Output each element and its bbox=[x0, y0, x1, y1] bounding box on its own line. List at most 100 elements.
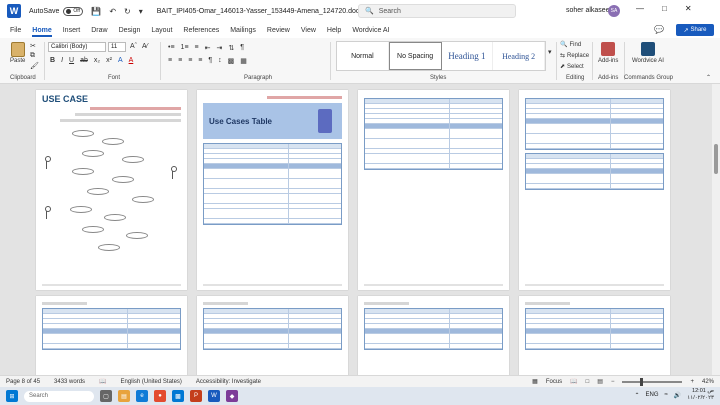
language-tray[interactable]: ENG bbox=[646, 392, 659, 398]
web-layout-icon[interactable]: ▤ bbox=[597, 378, 603, 385]
borders-icon[interactable]: ▦ bbox=[240, 57, 247, 65]
customize-qat-icon[interactable]: ▾ bbox=[139, 7, 143, 16]
paste-button[interactable]: Paste bbox=[10, 42, 25, 64]
subscript-button[interactable]: x₂ bbox=[94, 57, 100, 64]
align-left-button[interactable]: ≡ bbox=[168, 57, 172, 65]
italic-button[interactable]: I bbox=[61, 57, 63, 64]
language-indicator[interactable]: English (United States) bbox=[121, 379, 182, 385]
numbering-icon[interactable]: 1≡ bbox=[181, 44, 189, 52]
tab-draw[interactable]: Draw bbox=[91, 27, 107, 34]
tab-insert[interactable]: Insert bbox=[63, 27, 81, 34]
zoom-slider[interactable] bbox=[622, 377, 683, 386]
tab-layout[interactable]: Layout bbox=[151, 27, 172, 34]
page-count[interactable]: Page 8 of 45 bbox=[6, 379, 40, 385]
underline-button[interactable]: U bbox=[69, 57, 74, 64]
font-color-button[interactable]: A bbox=[129, 57, 134, 64]
autosave-toggle[interactable]: Off bbox=[63, 6, 84, 16]
style-no-spacing[interactable]: No Spacing bbox=[388, 42, 442, 70]
paragraph-mark-button[interactable]: ¶ bbox=[208, 57, 212, 65]
edge-icon[interactable]: e bbox=[136, 390, 148, 402]
vertical-scrollbar[interactable] bbox=[712, 84, 720, 375]
multilevel-list-icon[interactable]: ≡ bbox=[195, 44, 199, 52]
justify-button[interactable]: ≡ bbox=[198, 57, 202, 65]
decrease-indent-icon[interactable]: ⇤ bbox=[205, 44, 211, 52]
line-spacing-button[interactable]: ↕ bbox=[218, 57, 222, 65]
font-size-select[interactable]: 11 bbox=[108, 42, 126, 52]
word-taskbar-icon[interactable]: W bbox=[208, 390, 220, 402]
style-heading-2[interactable]: Heading 2 bbox=[493, 42, 545, 70]
store-icon[interactable]: ▩ bbox=[172, 390, 184, 402]
styles-more-icon[interactable]: ▾ bbox=[548, 48, 552, 56]
print-layout-icon[interactable]: □ bbox=[586, 379, 590, 385]
clock[interactable]: 12:01 ص ١١/٠٢/٢٠٢٣ bbox=[687, 388, 714, 402]
cut-icon[interactable]: ✂ bbox=[30, 42, 36, 50]
replace-button[interactable]: ⇆ Replace bbox=[560, 52, 589, 60]
increase-indent-icon[interactable]: ⇥ bbox=[217, 44, 223, 52]
zoom-level[interactable]: 42% bbox=[702, 379, 714, 385]
focus-button[interactable]: Focus bbox=[546, 379, 562, 385]
comment-icon[interactable]: 💬 bbox=[654, 25, 664, 34]
search-box[interactable]: 🔍 Search bbox=[358, 4, 516, 18]
start-icon[interactable]: ⊞ bbox=[6, 390, 18, 402]
wifi-icon[interactable]: ≈ bbox=[665, 392, 668, 398]
collapse-ribbon-icon[interactable]: ⌃ bbox=[706, 74, 711, 81]
share-button[interactable]: ↗ Share bbox=[676, 24, 714, 36]
redo-icon[interactable]: ↻ bbox=[124, 7, 131, 16]
sort-icon[interactable]: ⇅ bbox=[228, 44, 234, 52]
volume-icon[interactable]: 🔊 bbox=[674, 392, 681, 399]
style-heading-1[interactable]: Heading 1 bbox=[442, 42, 494, 70]
powerpoint-icon[interactable]: P bbox=[190, 390, 202, 402]
tab-file[interactable]: File bbox=[10, 27, 21, 34]
document-canvas[interactable]: USE CASE Use Cases Table bbox=[0, 84, 712, 375]
scrollbar-thumb[interactable] bbox=[714, 144, 718, 174]
tab-home[interactable]: Home bbox=[32, 27, 53, 37]
format-painter-icon[interactable]: 🖌 bbox=[30, 62, 39, 70]
tab-wordvice-ai[interactable]: Wordvice AI bbox=[352, 27, 389, 34]
task-view-icon[interactable]: ▢ bbox=[100, 390, 112, 402]
maximize-icon[interactable]: □ bbox=[662, 4, 667, 13]
bullets-icon[interactable]: •≡ bbox=[168, 44, 175, 52]
strikethrough-button[interactable]: ab bbox=[80, 57, 88, 64]
taskbar-search[interactable]: Search bbox=[24, 390, 94, 402]
read-mode-icon[interactable]: 📖 bbox=[570, 378, 577, 385]
tab-help[interactable]: Help bbox=[327, 27, 341, 34]
tab-mailings[interactable]: Mailings bbox=[230, 27, 256, 34]
font-name-select[interactable]: Calibri (Body) bbox=[48, 42, 106, 52]
bold-button[interactable]: B bbox=[50, 57, 55, 64]
undo-icon[interactable]: ↶ bbox=[109, 7, 116, 16]
align-center-button[interactable]: ≡ bbox=[178, 57, 182, 65]
show-marks-icon[interactable]: ¶ bbox=[240, 44, 244, 52]
select-button[interactable]: ⬈ Select bbox=[560, 63, 584, 71]
accessibility-status[interactable]: Accessibility: Investigate bbox=[196, 379, 261, 385]
chrome-icon[interactable]: ● bbox=[154, 390, 166, 402]
copy-icon[interactable]: ⧉ bbox=[30, 52, 35, 60]
clear-format-icon[interactable]: A⁄ bbox=[142, 43, 148, 50]
addins-button[interactable]: Add-ins bbox=[598, 42, 618, 64]
save-icon[interactable]: 💾 bbox=[91, 7, 101, 16]
style-normal[interactable]: Normal bbox=[337, 42, 389, 70]
avatar[interactable]: SA bbox=[608, 5, 620, 17]
proofing-icon[interactable]: 📖 bbox=[99, 378, 106, 385]
superscript-button[interactable]: x² bbox=[106, 57, 112, 64]
minimize-icon[interactable]: — bbox=[636, 4, 644, 13]
tab-view[interactable]: View bbox=[301, 27, 316, 34]
tab-review[interactable]: Review bbox=[267, 27, 290, 34]
shading-icon[interactable]: ▩ bbox=[228, 57, 235, 65]
wordvice-ai-button[interactable]: Wordvice AI bbox=[632, 42, 664, 64]
file-explorer-icon[interactable]: ▤ bbox=[118, 390, 130, 402]
close-icon[interactable]: ✕ bbox=[685, 4, 692, 13]
ribbon-tabs: File Home Insert Draw Design Layout Refe… bbox=[0, 22, 720, 38]
align-right-button[interactable]: ≡ bbox=[188, 57, 192, 65]
text-effects-button[interactable]: A bbox=[118, 57, 123, 64]
grow-font-icon[interactable]: Aˆ bbox=[130, 43, 137, 50]
zoom-in-icon[interactable]: + bbox=[690, 379, 694, 385]
word-count[interactable]: 3433 words bbox=[54, 379, 85, 385]
chevron-up-icon[interactable]: ⌃ bbox=[634, 392, 639, 399]
tab-design[interactable]: Design bbox=[119, 27, 141, 34]
document-title[interactable]: BAIT_IPI405-Omar_146013-Yasser_153449-Am… bbox=[157, 8, 389, 15]
tab-references[interactable]: References bbox=[183, 27, 219, 34]
find-button[interactable]: 🔍 Find bbox=[560, 41, 581, 49]
app-icon[interactable]: ◆ bbox=[226, 390, 238, 402]
zoom-out-icon[interactable]: − bbox=[611, 379, 615, 385]
focus-icon[interactable]: ▦ bbox=[532, 378, 538, 385]
